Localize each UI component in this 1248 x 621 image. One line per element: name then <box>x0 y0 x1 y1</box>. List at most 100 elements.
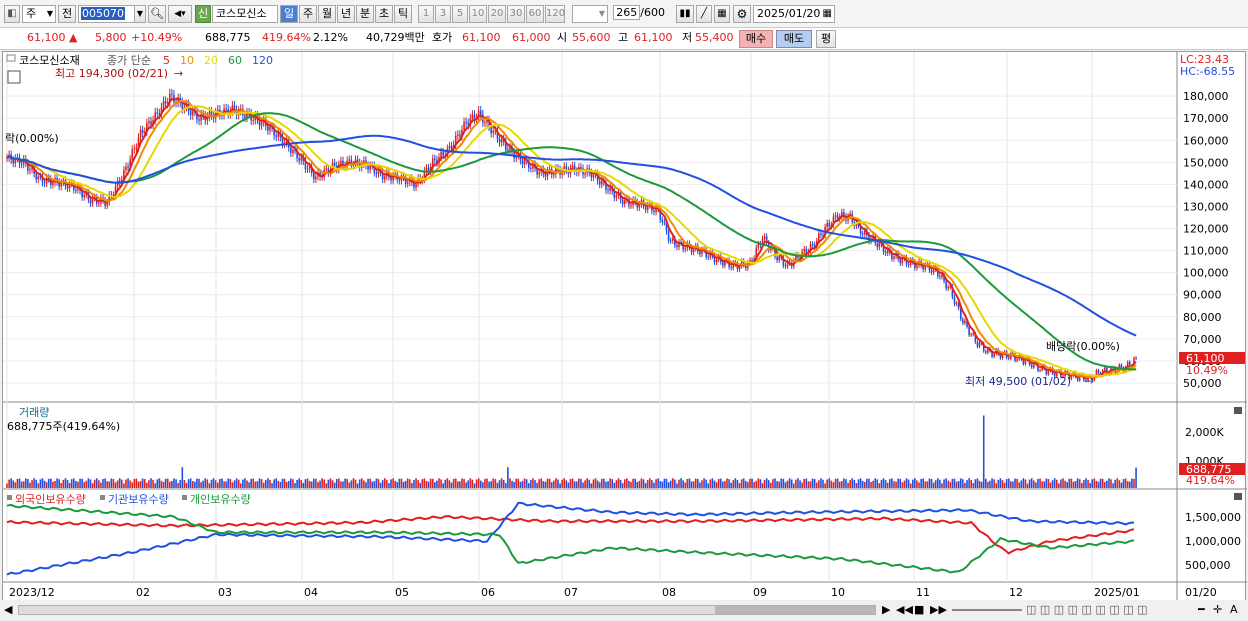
volume-bar <box>838 481 841 488</box>
volume-bar <box>45 482 48 488</box>
code-dropdown-icon[interactable]: ▼ <box>134 5 146 23</box>
volume-bar <box>803 478 806 488</box>
search-icon[interactable]: 🔍︎ <box>148 5 166 23</box>
candle-body <box>1007 357 1010 359</box>
volume-bar <box>575 481 578 488</box>
candle-icon[interactable]: ▮▮ <box>676 5 694 23</box>
count-total: /600 <box>640 6 665 19</box>
volume-bar <box>626 478 628 488</box>
stock-code-value: 005070 <box>81 7 125 20</box>
interval-tab-10[interactable]: 10 <box>469 5 487 23</box>
speaker-icon[interactable]: ◀▾ <box>168 5 192 23</box>
volume-bar <box>72 478 75 488</box>
volume-bar <box>1045 478 1048 488</box>
candle-body <box>415 183 417 188</box>
volume-bar <box>557 479 559 488</box>
volume-bar <box>283 478 286 488</box>
legend-marker <box>100 495 105 500</box>
ma-line-60 <box>6 112 1137 371</box>
date-input[interactable]: 2025/01/20 ▦ <box>753 5 835 23</box>
count-input[interactable]: 265 <box>613 5 641 20</box>
volume-bar <box>899 478 902 488</box>
volume-bar <box>133 478 136 488</box>
volume-bar <box>699 482 701 488</box>
stock-code-input[interactable]: 005070 <box>78 5 136 23</box>
x-tick-label: 10 <box>831 586 845 599</box>
volume-bar <box>189 478 192 488</box>
volume-bar <box>834 478 837 488</box>
period-tab-3[interactable]: 년 <box>337 5 355 23</box>
volume-bar <box>37 483 40 488</box>
font-size-icon[interactable]: A <box>1230 601 1238 619</box>
volume-bar <box>609 478 611 488</box>
low-value: 55,400 <box>695 31 734 44</box>
sell-button[interactable]: 매도 <box>776 30 812 48</box>
candle-body <box>450 146 453 149</box>
interval-tab-30[interactable]: 30 <box>507 5 525 23</box>
stock-name-field[interactable]: 코스모신소 <box>212 5 278 23</box>
volume-bar <box>525 479 528 488</box>
ma-period-10: 10 <box>180 54 194 67</box>
prev-button[interactable]: 전 <box>58 5 76 23</box>
candle-body <box>98 203 100 205</box>
period-tab-5[interactable]: 초 <box>375 5 393 23</box>
play-icon[interactable]: ▶ <box>882 601 890 619</box>
volume-bar <box>244 478 246 488</box>
volume-bar <box>567 482 570 488</box>
volume-bar <box>868 478 870 488</box>
candle-body <box>1135 357 1137 359</box>
zoom-slider[interactable] <box>952 609 1022 611</box>
volume-bar <box>47 478 50 488</box>
scrollbar-thumb[interactable] <box>715 606 875 614</box>
period-tab-1[interactable]: 주 <box>299 5 317 23</box>
volume-bar <box>824 483 826 488</box>
gear-icon[interactable]: ⚙ <box>733 5 751 23</box>
interval-select[interactable]: ▼ <box>572 5 608 23</box>
stop-icon[interactable]: ■ <box>914 601 924 619</box>
scrollbar-track[interactable] <box>18 605 876 615</box>
volume-bar <box>1001 480 1004 488</box>
volume-bar <box>350 480 353 488</box>
interval-tab-60[interactable]: 60 <box>526 5 544 23</box>
candle-body <box>490 126 492 134</box>
eval-button[interactable]: 평 <box>816 30 836 48</box>
period-unit-select[interactable]: 주 ▼ <box>22 5 56 23</box>
period-tab-0[interactable]: 일 <box>280 5 298 23</box>
line-chart-icon[interactable]: ╱ <box>696 5 712 23</box>
open-value: 55,600 <box>572 31 611 44</box>
volume-bar <box>235 478 238 488</box>
compare-icon[interactable]: ▦ <box>714 5 730 23</box>
volume-bar <box>1018 482 1020 488</box>
zoom-in-icon[interactable]: ✛ <box>1213 601 1222 619</box>
interval-tab-5[interactable]: 5 <box>452 5 468 23</box>
layout-icons[interactable]: ◫ ◫ ◫ ◫ ◫ ◫ ◫ ◫ ◫ <box>1026 601 1148 619</box>
window-icon[interactable]: ◧ <box>4 5 20 23</box>
volume-bar <box>171 480 173 488</box>
volume-bar <box>402 481 405 488</box>
interval-tab-1[interactable]: 1 <box>418 5 434 23</box>
period-tab-6[interactable]: 틱 <box>394 5 412 23</box>
interval-tab-120[interactable]: 120 <box>545 5 565 23</box>
volume-bar <box>1049 482 1052 488</box>
volume-bar <box>678 479 680 488</box>
volume-bar <box>970 479 972 488</box>
institution-holdings-line <box>6 501 1135 576</box>
period-tab-4[interactable]: 분 <box>356 5 374 23</box>
period-tab-2[interactable]: 월 <box>318 5 336 23</box>
volume-bar <box>335 479 338 488</box>
forward-icon[interactable]: ▶▶ <box>930 601 947 619</box>
candle-body <box>500 138 503 143</box>
interval-tab-20[interactable]: 20 <box>488 5 506 23</box>
volume-bar <box>674 479 676 488</box>
buy-button[interactable]: 매수 <box>739 30 773 48</box>
x-tick-label: 12 <box>1009 586 1023 599</box>
volume-bar <box>582 482 584 488</box>
chart-frame[interactable]: 2023/12 02 03 04 05 06 07 08 09 10 11 12 2025/01 01/2… <box>2 51 1247 604</box>
rewind-icon[interactable]: ◀◀ <box>896 601 913 619</box>
zoom-out-icon[interactable]: ━ <box>1198 601 1205 619</box>
calendar-icon[interactable]: ▦ <box>823 6 832 22</box>
interval-tab-3[interactable]: 3 <box>435 5 451 23</box>
scroll-left-icon[interactable]: ◀ <box>4 601 12 619</box>
volume-bar <box>753 481 755 488</box>
chart-canvas[interactable]: 2023/12 02 03 04 05 06 07 08 09 10 11 12 2025/01 01/2… <box>3 52 1247 604</box>
